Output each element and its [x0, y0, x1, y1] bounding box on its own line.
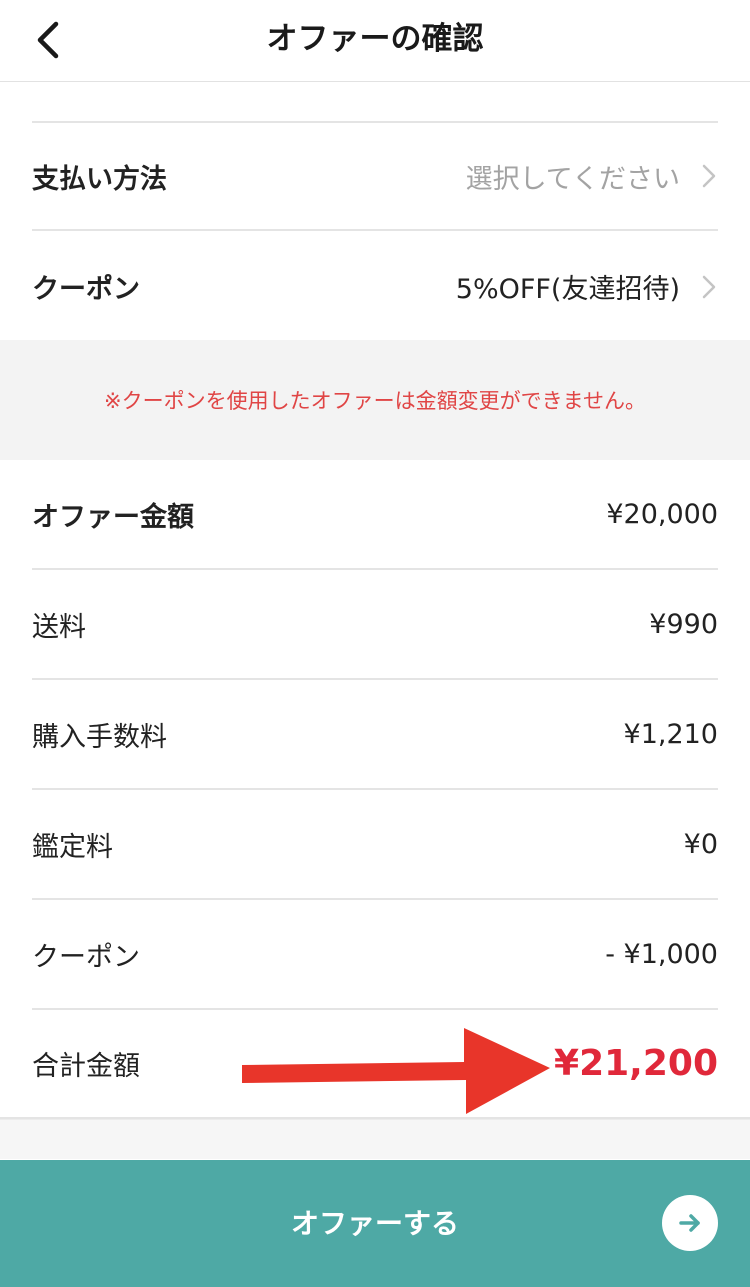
coupon-row[interactable]: クーポン 5%OFF(友達招待)	[32, 233, 718, 340]
coupon-notice: ※クーポンを使用したオファーは金額変更ができません。	[0, 340, 750, 460]
appraisal-fee-label: 鑑定料	[32, 831, 113, 863]
payment-method-row[interactable]: 支払い方法 選択してください	[32, 123, 718, 231]
total-amount-row: 合計金額 ¥21,200	[32, 1010, 718, 1117]
shipping-fee-row: 送料 ¥990	[32, 570, 718, 680]
coupon-discount-label: クーポン	[32, 941, 140, 973]
chevron-right-icon	[700, 163, 718, 189]
coupon-value: 5%OFF(友達招待)	[456, 267, 718, 306]
submit-offer-label: オファーする	[290, 1207, 459, 1240]
app-header: オファーの確認	[0, 0, 750, 82]
bottom-spacer	[0, 1119, 750, 1159]
purchase-fee-label: 購入手数料	[32, 721, 167, 753]
coupon-notice-text: ※クーポンを使用したオファーは金額変更ができません。	[104, 389, 646, 413]
coupon-discount-row: クーポン - ¥1,000	[32, 900, 718, 1010]
appraisal-fee-row: 鑑定料 ¥0	[32, 790, 718, 900]
offer-amount-row: オファー金額 ¥20,000	[32, 460, 718, 570]
purchase-fee-value: ¥1,210	[623, 718, 718, 750]
coupon-discount-value: - ¥1,000	[605, 938, 718, 970]
purchase-fee-row: 購入手数料 ¥1,210	[32, 680, 718, 790]
arrow-right-icon	[662, 1195, 718, 1251]
payment-method-label: 支払い方法	[32, 163, 167, 195]
total-amount-label: 合計金額	[32, 1051, 140, 1082]
payment-method-value: 選択してください	[466, 157, 718, 196]
offer-amount-label: オファー金額	[32, 501, 194, 533]
coupon-selected-value: 5%OFF(友達招待)	[455, 274, 680, 305]
submit-offer-button[interactable]: オファーする	[0, 1160, 750, 1287]
payment-method-placeholder: 選択してください	[465, 163, 680, 195]
chevron-right-icon	[700, 274, 718, 300]
page-title: オファーの確認	[266, 21, 484, 57]
shipping-fee-label: 送料	[32, 611, 86, 643]
total-amount-value: ¥21,200	[554, 1043, 718, 1084]
shipping-fee-value: ¥990	[649, 608, 718, 640]
appraisal-fee-value: ¥0	[683, 828, 718, 860]
coupon-label: クーポン	[32, 274, 140, 305]
offer-amount-value: ¥20,000	[606, 498, 718, 530]
